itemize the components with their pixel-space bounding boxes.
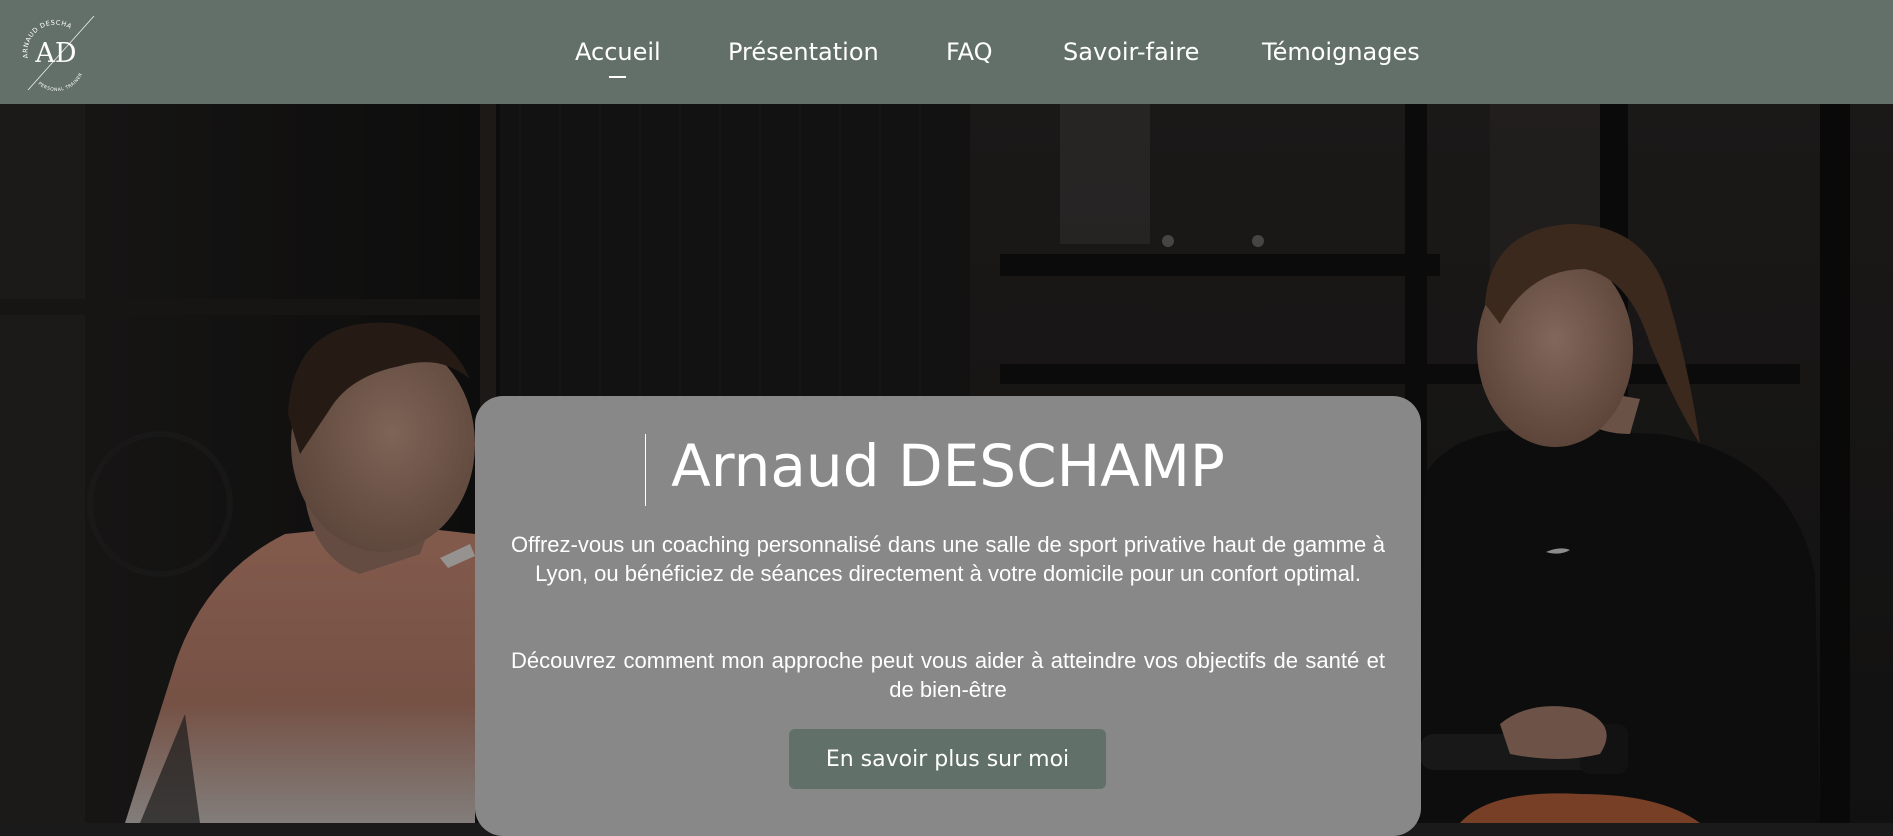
main-nav: Accueil Présentation FAQ Savoir-faire Té… xyxy=(0,0,1893,104)
hero-title: Arnaud DESCHAMP xyxy=(671,432,1225,500)
hero-paragraph-1: Offrez-vous un coaching personnalisé dan… xyxy=(511,532,1385,586)
nav-item-faq[interactable]: FAQ xyxy=(946,36,993,68)
about-me-button[interactable]: En savoir plus sur moi xyxy=(789,729,1106,789)
text-cursor xyxy=(645,434,646,506)
hero-paragraph-2: Découvrez comment mon approche peut vous… xyxy=(511,648,1385,702)
hero-card: Arnaud DESCHAMP Offrez-vous un coaching … xyxy=(475,396,1421,836)
site-header: ARNAUD DESCHAMP PERSONAL TRAINER AD Accu… xyxy=(0,0,1893,104)
nav-item-accueil[interactable]: Accueil xyxy=(575,36,661,68)
nav-item-temoignages[interactable]: Témoignages xyxy=(1262,36,1420,68)
nav-item-presentation[interactable]: Présentation xyxy=(728,36,879,68)
nav-item-savoir-faire[interactable]: Savoir-faire xyxy=(1063,36,1199,68)
nav-active-indicator xyxy=(609,76,626,78)
